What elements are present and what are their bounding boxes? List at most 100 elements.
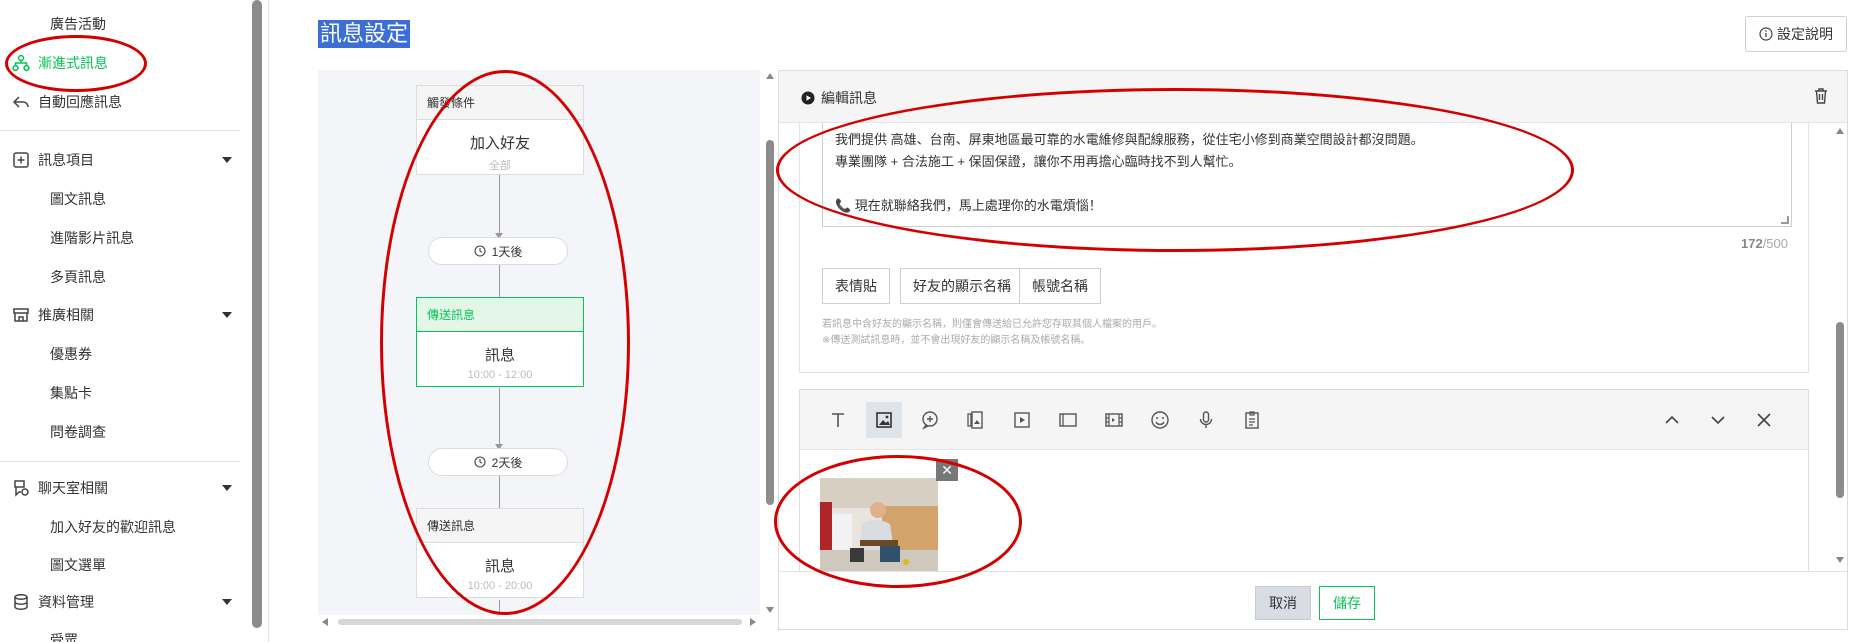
- edit-panel-header: 編輯訊息: [779, 71, 1847, 123]
- database-icon: [14, 594, 28, 610]
- sidebar: 廣告活動 漸進式訊息 自動回應訊息 訊息項目 圖文訊息 進階影片訊息 多頁訊息 …: [0, 0, 250, 642]
- clock-icon: [474, 456, 486, 468]
- sidebar-item-carousel[interactable]: 多頁訊息: [50, 267, 106, 287]
- sidebar-group-promotion[interactable]: 推廣相關: [12, 305, 232, 325]
- node-title: 訊息: [484, 558, 515, 575]
- cancel-button[interactable]: 取消: [1255, 586, 1311, 620]
- sidebar-group-label: 聊天室相關: [38, 480, 108, 496]
- delay-label: 1天後: [491, 244, 523, 259]
- help-button[interactable]: 設定說明: [1745, 16, 1847, 52]
- sidebar-group-label: 推廣相關: [38, 307, 94, 323]
- clock-icon: [474, 245, 486, 257]
- sidebar-item-rich-video[interactable]: 進階影片訊息: [50, 228, 134, 248]
- close-icon[interactable]: [1746, 402, 1782, 438]
- resize-handle-icon[interactable]: [1781, 216, 1789, 224]
- sidebar-item-rich-message[interactable]: 圖文訊息: [50, 189, 106, 209]
- rich-video-icon[interactable]: [1096, 402, 1132, 438]
- video-icon[interactable]: [1004, 402, 1040, 438]
- note-text: 若訊息中含好友的顯示名稱，則僅會傳送給已允許您存取其個人檔案的用戶。: [822, 319, 1162, 330]
- sidebar-item-audience[interactable]: 受眾: [50, 630, 78, 642]
- scroll-down-arrow-icon[interactable]: [1836, 557, 1844, 563]
- edit-message-panel: 編輯訊息 我們提供 高雄、台南、屏東地區最可靠的水電維修與配線服務，從住宅小修到…: [778, 70, 1848, 630]
- node-header: 傳送訊息: [417, 509, 583, 543]
- sidebar-group-message-items[interactable]: 訊息項目: [12, 150, 232, 170]
- move-down-icon[interactable]: [1700, 402, 1736, 438]
- scroll-thumb[interactable]: [1836, 322, 1844, 498]
- node-subtitle: 全部: [489, 160, 511, 172]
- message-node-2[interactable]: 傳送訊息 訊息 10:00 - 20:00: [416, 508, 584, 598]
- save-button[interactable]: 儲存: [1319, 586, 1375, 620]
- scroll-up-arrow-icon[interactable]: [1836, 128, 1844, 134]
- sidebar-item-ad-campaign[interactable]: 廣告活動: [50, 14, 106, 34]
- sidebar-group-label: 資料管理: [38, 594, 94, 610]
- flow-horizontal-scrollbar[interactable]: [318, 616, 760, 628]
- friend-name-button[interactable]: 好友的顯示名稱: [900, 268, 1024, 304]
- image-icon[interactable]: [866, 402, 902, 438]
- uploaded-image-thumbnail[interactable]: [820, 478, 938, 574]
- trigger-node[interactable]: 觸發條件 加入好友 全部: [416, 85, 584, 175]
- sidebar-item-step-messages[interactable]: 漸進式訊息: [12, 53, 232, 73]
- text-message-card: 我們提供 高雄、台南、屏東地區最可靠的水電維修與配線服務，從住宅小修到商業空間設…: [799, 123, 1809, 373]
- sidebar-item-point-card[interactable]: 集點卡: [50, 383, 92, 403]
- connector-line: [499, 476, 500, 508]
- sidebar-item-label: 自動回應訊息: [38, 94, 122, 110]
- rich-message-icon[interactable]: [1050, 402, 1086, 438]
- survey-icon[interactable]: [1234, 402, 1270, 438]
- sidebar-item-label: 漸進式訊息: [38, 55, 108, 71]
- node-body: 加入好友 全部: [417, 120, 583, 174]
- char-count-limit: /500: [1762, 236, 1788, 251]
- note-text: ※傳送測試訊息時，並不會出現好友的顯示名稱及帳號名稱。: [822, 335, 1091, 346]
- message-line: 📞 現在就聯絡我們，馬上處理你的水電煩惱！: [835, 198, 1102, 213]
- node-header: 傳送訊息: [417, 298, 583, 332]
- delay-label: 2天後: [491, 455, 523, 470]
- node-header: 觸發條件: [417, 86, 583, 120]
- plus-box-icon: [13, 152, 29, 168]
- sidebar-divider: [0, 130, 240, 131]
- trash-icon[interactable]: [1813, 87, 1829, 105]
- chat-bubble-icon[interactable]: [912, 402, 948, 438]
- delay-pill-2[interactable]: 2天後: [428, 448, 568, 476]
- sidebar-item-rich-menu[interactable]: 圖文選單: [50, 555, 106, 575]
- flow-vertical-scrollbar[interactable]: [764, 70, 776, 615]
- connector-line: [499, 265, 500, 297]
- connector-line: [499, 600, 500, 615]
- edit-panel-title[interactable]: 編輯訊息: [801, 88, 877, 108]
- scroll-up-arrow-icon[interactable]: [766, 73, 774, 79]
- flow-canvas[interactable]: 觸發條件 加入好友 全部 1天後 傳送訊息 訊息 10:00 - 12:00 2…: [318, 70, 760, 615]
- scroll-left-arrow-icon[interactable]: [322, 618, 328, 626]
- scroll-thumb[interactable]: [766, 140, 774, 505]
- message-textarea[interactable]: 我們提供 高雄、台南、屏東地區最可靠的水電維修與配線服務，從住宅小修到商業空間設…: [822, 123, 1792, 227]
- account-name-button[interactable]: 帳號名稱: [1019, 268, 1101, 304]
- chevron-down-icon: [222, 157, 232, 163]
- move-up-icon[interactable]: [1654, 402, 1690, 438]
- sidebar-item-auto-reply[interactable]: 自動回應訊息: [12, 92, 232, 112]
- sidebar-item-coupon[interactable]: 優惠券: [50, 344, 92, 364]
- edit-panel-footer: 取消 儲存: [779, 571, 1847, 629]
- message-type-toolbar: [800, 390, 1808, 450]
- chat-settings-icon: [14, 480, 29, 497]
- scroll-thumb[interactable]: [338, 619, 742, 625]
- chevron-down-icon: [222, 312, 232, 318]
- page-title: 訊息設定: [318, 20, 411, 48]
- delay-pill-1[interactable]: 1天後: [428, 237, 568, 265]
- message-line: [835, 173, 1779, 195]
- scroll-down-arrow-icon[interactable]: [766, 607, 774, 613]
- sidebar-item-survey[interactable]: 問卷調查: [50, 422, 106, 442]
- sidebar-border: [268, 0, 269, 642]
- voice-icon[interactable]: [1188, 402, 1224, 438]
- node-body: 訊息 10:00 - 20:00: [417, 543, 583, 597]
- chevron-down-icon: [222, 485, 232, 491]
- card-icon[interactable]: [958, 402, 994, 438]
- emoji-button[interactable]: 表情貼: [822, 268, 890, 304]
- node-subtitle: 10:00 - 12:00: [467, 369, 533, 381]
- sidebar-group-chat[interactable]: 聊天室相關: [12, 478, 232, 498]
- sidebar-scrollbar[interactable]: [252, 0, 262, 628]
- sticker-icon[interactable]: [1142, 402, 1178, 438]
- sidebar-group-data[interactable]: 資料管理: [12, 592, 232, 612]
- scroll-right-arrow-icon[interactable]: [750, 618, 756, 626]
- text-icon[interactable]: [820, 402, 856, 438]
- message-node-1[interactable]: 傳送訊息 訊息 10:00 - 12:00: [416, 297, 584, 387]
- sidebar-item-welcome-message[interactable]: 加入好友的歡迎訊息: [50, 517, 176, 537]
- edit-panel-scrollbar[interactable]: [1834, 122, 1846, 567]
- remove-image-button[interactable]: ✕: [936, 459, 958, 481]
